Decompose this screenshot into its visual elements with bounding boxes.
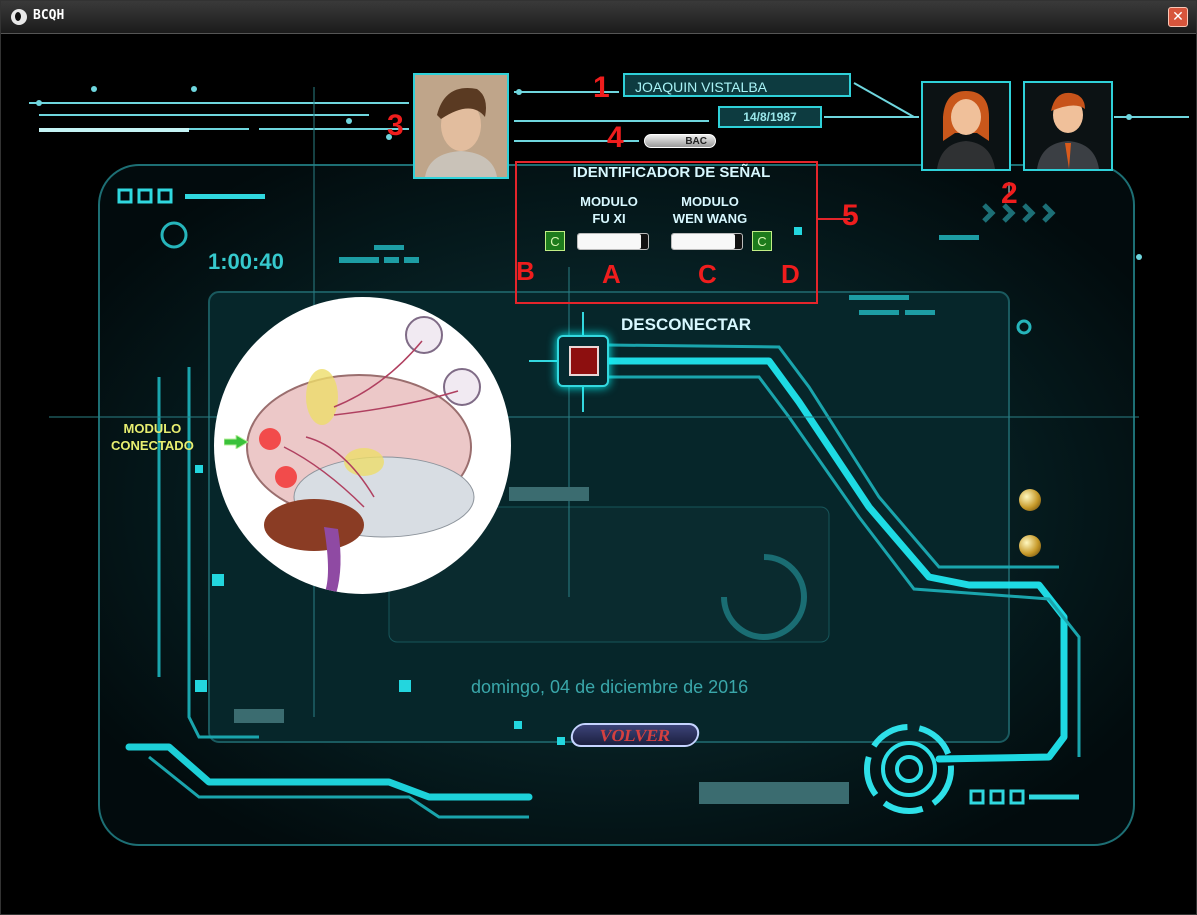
- brain-diagram: [214, 297, 511, 594]
- annotation-b: B: [516, 256, 535, 286]
- annotation-5-leader: [818, 218, 850, 220]
- stop-square-icon: [569, 346, 599, 376]
- c-button-d[interactable]: C: [752, 231, 772, 251]
- app-window: BCQH ✕ JOAQUIN VISTALBA 14/8/1987 BAC 1 …: [0, 0, 1197, 915]
- patient-portrait-image: [415, 75, 507, 177]
- current-date: domingo, 04 de diciembre de 2016: [471, 677, 749, 697]
- brain-illustration: [246, 316, 481, 594]
- annotation-d: D: [781, 259, 800, 289]
- gold-orb-button-1[interactable]: [1019, 489, 1041, 511]
- title-bar: BCQH ✕: [1, 1, 1196, 34]
- module-wen-wang-line2: WEN WANG: [672, 211, 748, 226]
- yin-yang-icon: [11, 9, 27, 25]
- birth-date-field: 14/8/1987: [718, 106, 822, 128]
- main-stage: JOAQUIN VISTALBA 14/8/1987 BAC 1 2 3 4 5…: [9, 37, 1189, 867]
- annotation-2: 2: [1001, 177, 1018, 210]
- fu-xi-signal-bar: [577, 233, 649, 250]
- session-timer: 1:00:40: [208, 249, 284, 274]
- patient-name-field: JOAQUIN VISTALBA: [623, 73, 851, 97]
- module-fu-xi-label: MODULO FU XI: [574, 193, 644, 227]
- annotation-c: C: [698, 259, 717, 289]
- bac-toggle[interactable]: BAC: [644, 134, 716, 148]
- patient-photo: [413, 73, 509, 179]
- module-connected-line2: CONECTADO: [111, 438, 194, 453]
- male-operator-avatar-icon: [1025, 83, 1111, 169]
- module-fu-xi-line1: MODULO: [580, 194, 638, 209]
- close-button[interactable]: ✕: [1168, 7, 1188, 27]
- annotation-5: 5: [842, 199, 859, 232]
- signal-identifier-title: IDENTIFICADOR DE SEÑAL: [572, 164, 771, 181]
- wen-wang-signal-fill: [672, 234, 735, 249]
- avatar-operator-female[interactable]: [921, 81, 1011, 171]
- volver-button[interactable]: VOLVER: [568, 723, 702, 747]
- gold-orb-button-2[interactable]: [1019, 535, 1041, 557]
- window-title: BCQH: [33, 8, 65, 23]
- module-connected-line1: MODULO: [123, 421, 182, 436]
- module-wen-wang-label: MODULO WEN WANG: [665, 193, 755, 227]
- c-button-b[interactable]: C: [545, 231, 565, 251]
- fu-xi-signal-fill: [578, 234, 641, 249]
- annotation-a: A: [602, 259, 621, 289]
- annotation-4: 4: [607, 121, 624, 154]
- avatar-operator-male[interactable]: [1023, 81, 1113, 171]
- disconnect-label: DESCONECTAR: [621, 315, 752, 334]
- annotation-3: 3: [387, 109, 404, 142]
- green-arrow-right-icon: [224, 435, 248, 449]
- disconnect-button[interactable]: [557, 335, 609, 387]
- module-connected-label: MODULO CONECTADO: [111, 420, 194, 454]
- wen-wang-signal-bar: [671, 233, 743, 250]
- module-fu-xi-line2: FU XI: [592, 211, 626, 226]
- module-wen-wang-line1: MODULO: [681, 194, 739, 209]
- annotation-1: 1: [593, 71, 610, 104]
- female-operator-avatar-icon: [923, 83, 1009, 169]
